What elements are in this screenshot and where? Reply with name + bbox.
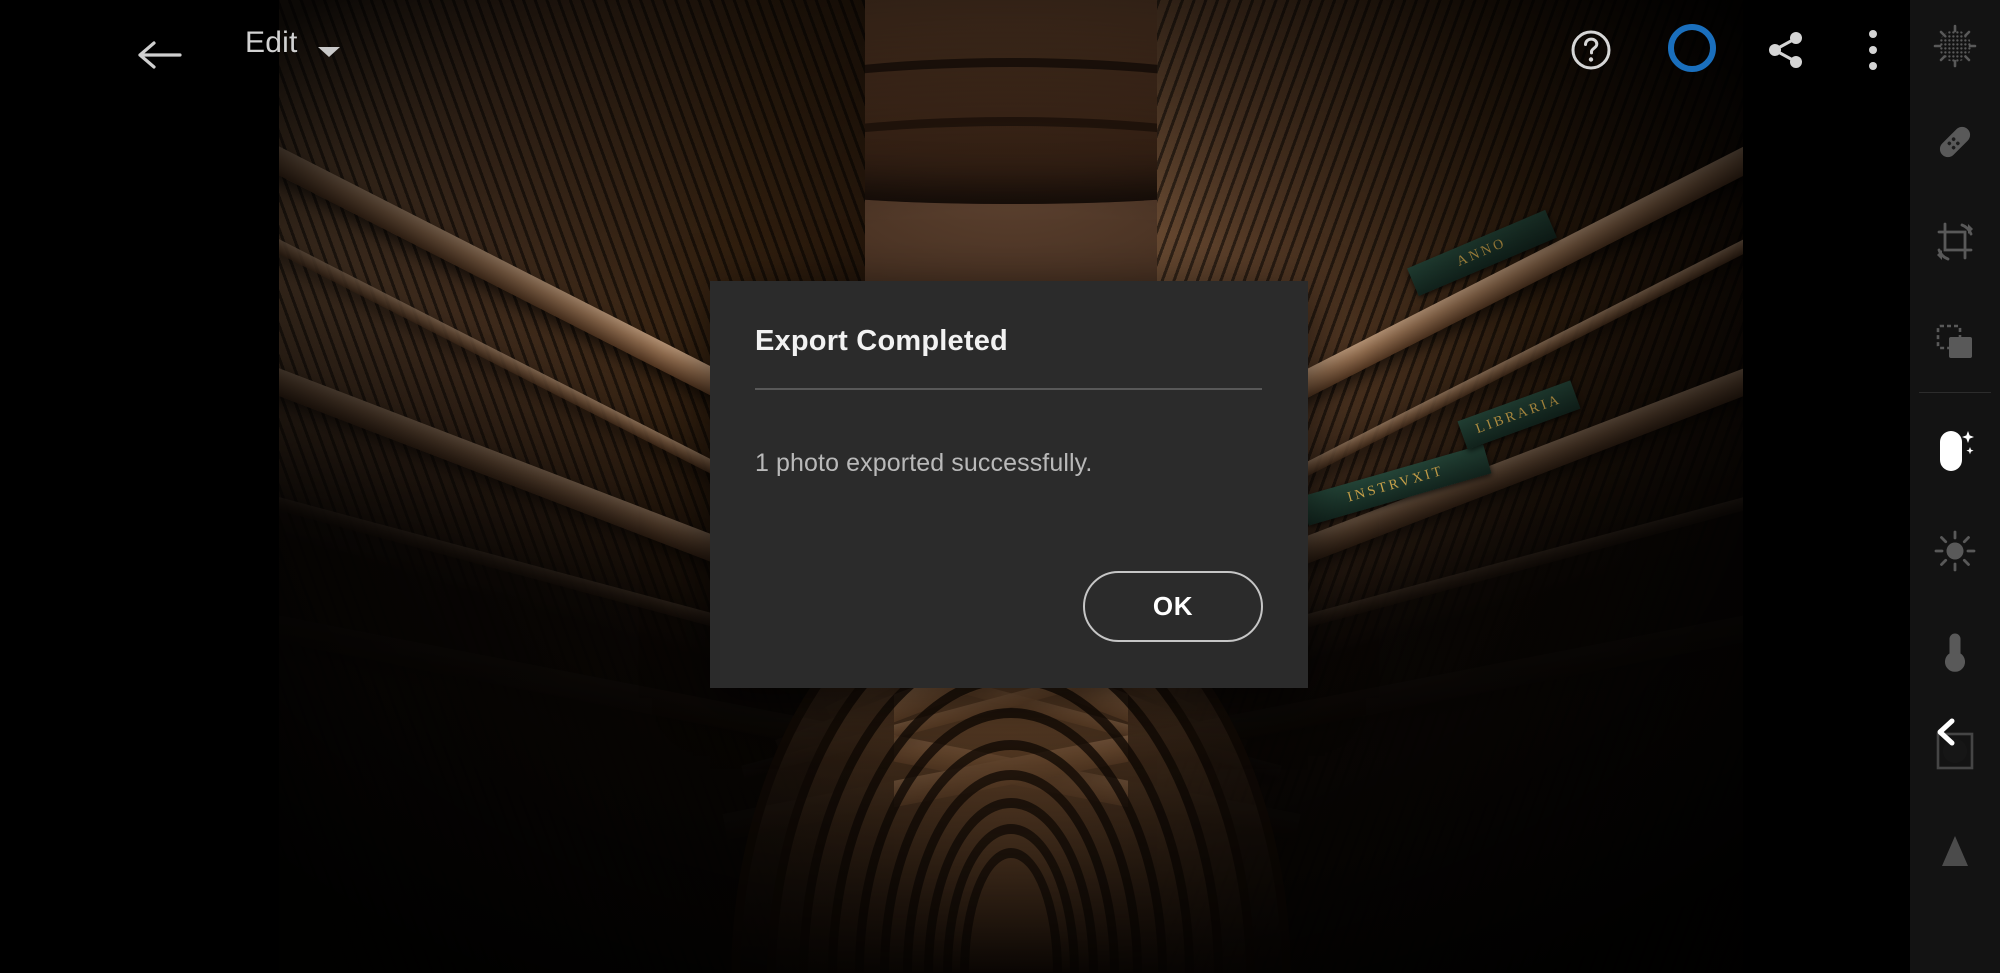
- thermometer-icon: [1945, 633, 1965, 672]
- rail-item-auto[interactable]: [1910, 401, 2000, 501]
- rail-divider: [1919, 392, 1991, 393]
- sync-status-ring[interactable]: [1668, 24, 1716, 72]
- halftone-circle-icon: [1933, 24, 1977, 68]
- layers-icon: [1936, 324, 1972, 358]
- sun-icon: [1934, 530, 1976, 572]
- caret-down-icon[interactable]: [318, 47, 340, 57]
- back-button[interactable]: [135, 30, 185, 80]
- dialog-title: Export Completed: [755, 325, 1008, 357]
- auto-pill-sparkle-icon: [1940, 431, 1974, 471]
- more-options-button[interactable]: [1855, 22, 1891, 78]
- share-icon: [1769, 32, 1802, 68]
- rail-item-effects[interactable]: [1910, 701, 2000, 801]
- app-root: ANNO INSTRVXIT LIBRARIA Edit Export Comp…: [0, 0, 2000, 973]
- dialog-message: 1 photo exported successfully.: [755, 449, 1093, 477]
- rail-item-selective-masking[interactable]: [1910, 0, 2000, 92]
- triangle-icon: [1942, 836, 1968, 866]
- help-button[interactable]: [1565, 24, 1617, 76]
- help-circle-icon: [1571, 30, 1611, 70]
- bandage-icon: [1939, 126, 1971, 158]
- more-vertical-icon: [1869, 46, 1877, 54]
- arrow-left-icon: [138, 41, 182, 69]
- crop-rotate-icon: [1937, 222, 1973, 261]
- rail-item-presets[interactable]: [1910, 292, 2000, 392]
- dialog-divider: [755, 388, 1262, 390]
- rail-item-color[interactable]: [1910, 601, 2000, 701]
- chevron-left-icon[interactable]: [1932, 717, 1962, 747]
- more-vertical-icon: [1869, 30, 1877, 38]
- share-button[interactable]: [1760, 24, 1812, 76]
- edit-mode-label[interactable]: Edit: [245, 26, 298, 60]
- tools-rail: [1910, 0, 2000, 973]
- rail-item-healing-brush[interactable]: [1910, 92, 2000, 192]
- rail-item-light[interactable]: [1910, 501, 2000, 601]
- rail-item-crop[interactable]: [1910, 192, 2000, 292]
- ok-button[interactable]: OK: [1083, 571, 1263, 642]
- rail-item-detail[interactable]: [1910, 801, 2000, 901]
- more-vertical-icon: [1869, 62, 1877, 70]
